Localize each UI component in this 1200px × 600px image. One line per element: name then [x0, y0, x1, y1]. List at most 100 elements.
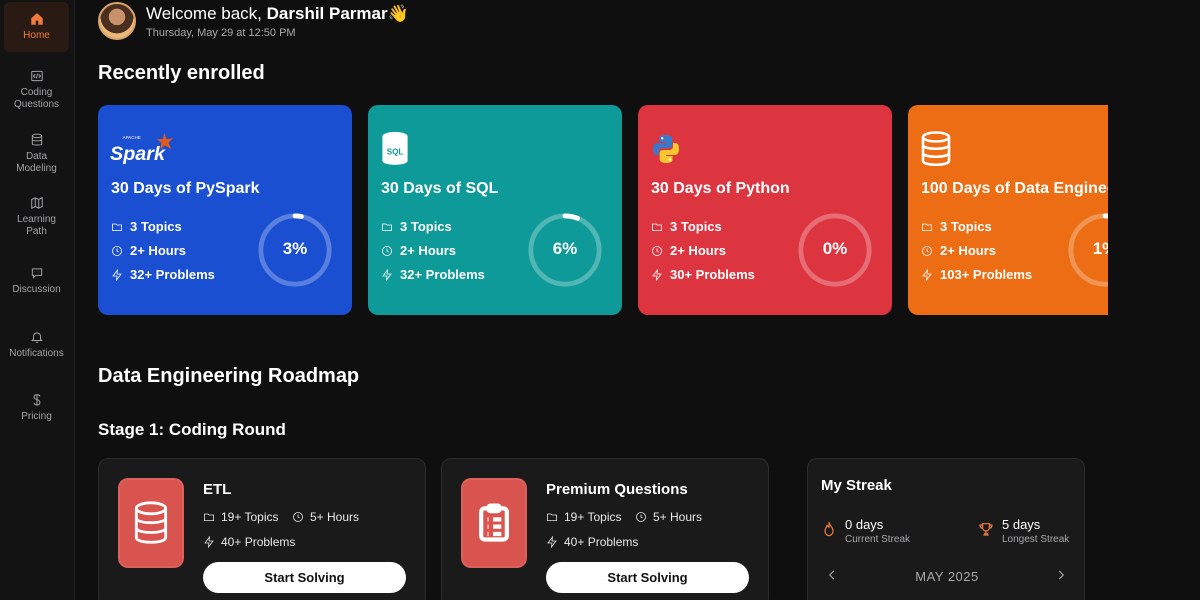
sidebar-item-notifications[interactable]: Notifications: [4, 330, 69, 360]
streak-title: My Streak: [821, 477, 892, 494]
course-hours: 2+ Hours: [381, 243, 456, 258]
python-logo: [653, 135, 679, 163]
course-problems: 30+ Problems: [651, 267, 755, 282]
map-icon: [30, 196, 43, 210]
lightning-icon: [547, 536, 557, 548]
card-icon-tile: [118, 478, 184, 568]
longest-streak-value: 5 days: [1002, 517, 1041, 532]
course-hours: 2+ Hours: [921, 243, 996, 258]
course-title: 30 Days of PySpark: [111, 180, 260, 197]
database-logo: [921, 131, 951, 167]
longest-streak-label: Longest Streak: [1002, 534, 1070, 545]
longest-streak: 5 days Longest Streak: [978, 517, 1069, 545]
recently-enrolled-list: APACHE Spark 30 Days of PySpark 3 Topics…: [98, 105, 1108, 315]
card-hours: 5+ Hours: [635, 510, 702, 524]
card-icon-tile: [461, 478, 527, 568]
progress-percent: 6%: [552, 239, 578, 258]
next-month-button[interactable]: [1054, 568, 1068, 582]
sidebar-item-label: Learning Path: [17, 214, 56, 237]
clock-icon: [652, 245, 662, 256]
stage-title: Stage 1: Coding Round: [98, 420, 286, 439]
course-topics: 3 Topics: [381, 219, 452, 234]
current-streak-label: Current Streak: [845, 534, 911, 545]
svg-text:SQL: SQL: [387, 147, 404, 156]
spark-logo: APACHE Spark: [110, 132, 173, 165]
welcome-message: Welcome back, Darshil Parmar👋: [146, 4, 409, 24]
course-card-pyspark[interactable]: APACHE Spark 30 Days of PySpark 3 Topics…: [98, 105, 352, 315]
sidebar-item-coding-questions[interactable]: Coding Questions: [4, 69, 69, 111]
course-hours: 2+ Hours: [651, 243, 726, 258]
sidebar-item-data-modeling[interactable]: Data Modeling: [4, 133, 69, 175]
sidebar-item-pricing[interactable]: Pricing: [4, 393, 69, 423]
roadmap-title: Data Engineering Roadmap: [98, 365, 360, 387]
course-topics: 3 Topics: [651, 219, 722, 234]
clipboard-icon: [479, 503, 509, 542]
streak-card: My Streak 0 days Current Streak 5 days L…: [807, 458, 1085, 600]
course-title: 30 Days of Python: [651, 180, 790, 197]
trophy-icon: [979, 523, 993, 536]
start-solving-button[interactable]: Start Solving: [203, 562, 406, 593]
sidebar-item-label: Data Modeling: [16, 151, 57, 174]
start-solving-button[interactable]: Start Solving: [546, 562, 749, 593]
lightning-icon: [382, 268, 392, 281]
course-title: 30 Days of SQL: [381, 180, 499, 197]
card-topics: 19+ Topics: [546, 510, 622, 524]
progress-percent: 3%: [282, 239, 308, 258]
chat-icon: [31, 268, 42, 279]
clock-icon: [112, 245, 122, 256]
app-root: Home Coding Questions Data Modeling Lear…: [0, 0, 1200, 600]
current-streak: 0 days Current Streak: [821, 517, 910, 545]
dollar-icon: [33, 394, 40, 406]
calendar-month: MAY 2025: [915, 569, 979, 584]
card-title: ETL: [203, 481, 232, 498]
avatar[interactable]: [98, 2, 136, 40]
code-icon: [30, 70, 43, 82]
current-streak-value: 0 days: [845, 517, 884, 532]
card-problems: 40+ Problems: [203, 535, 295, 549]
card-hours: 5+ Hours: [292, 510, 359, 524]
clock-icon: [293, 512, 303, 522]
svg-text:Spark: Spark: [110, 143, 166, 165]
sidebar-item-label: Discussion: [12, 284, 61, 295]
folder-icon: [922, 223, 932, 231]
course-card-data-engineering[interactable]: 100 Days of Data Engineering 3 Topics 2+…: [908, 105, 1108, 315]
roadmap-card-etl: ETL 19+ Topics 5+ Hours 40+ Problems Sta…: [98, 458, 426, 600]
lightning-icon: [652, 268, 662, 281]
sidebar-item-label: Pricing: [21, 411, 52, 422]
sidebar-item-label: Home: [23, 30, 50, 41]
clock-icon: [922, 245, 932, 256]
course-topics: 3 Topics: [111, 219, 182, 234]
sidebar-item-label: Coding Questions: [13, 87, 60, 110]
roadmap-card-premium-questions: Premium Questions 19+ Topics 5+ Hours 40…: [441, 458, 769, 600]
course-card-python[interactable]: 30 Days of Python 3 Topics 2+ Hours 30+ …: [638, 105, 892, 315]
folder-icon: [112, 223, 122, 231]
course-problems: 32+ Problems: [111, 267, 215, 282]
sidebar: Home Coding Questions Data Modeling Lear…: [0, 0, 75, 600]
course-card-sql[interactable]: SQL 30 Days of SQL 3 Topics 2+ Hours 32+…: [368, 105, 622, 315]
folder-icon: [204, 513, 214, 521]
user-name: Darshil Parmar: [266, 4, 388, 23]
current-date: Thursday, May 29 at 12:50 PM: [146, 27, 296, 39]
sidebar-item-discussion[interactable]: Discussion: [4, 266, 69, 296]
sidebar-item-label: Notifications: [9, 348, 64, 359]
sidebar-item-learning-path[interactable]: Learning Path: [4, 196, 69, 238]
database-icon: [134, 501, 168, 544]
card-problems: 40+ Problems: [546, 535, 638, 549]
lightning-icon: [112, 268, 122, 281]
folder-icon: [382, 223, 392, 231]
welcome-prefix: Welcome back,: [146, 4, 262, 23]
folder-icon: [652, 223, 662, 231]
chevron-right-icon: [1058, 570, 1065, 580]
bell-icon: [30, 332, 43, 343]
clock-icon: [636, 512, 646, 522]
recently-enrolled-title: Recently enrolled: [98, 62, 265, 84]
wave-emoji: 👋: [387, 4, 409, 23]
sidebar-item-home[interactable]: Home: [4, 2, 69, 52]
folder-icon: [547, 513, 557, 521]
progress-percent: 0%: [822, 239, 848, 258]
course-problems: 103+ Problems: [921, 267, 1032, 282]
course-problems: 32+ Problems: [381, 267, 485, 282]
card-topics: 19+ Topics: [203, 510, 279, 524]
svg-text:APACHE: APACHE: [123, 135, 141, 140]
database-icon: [31, 133, 42, 146]
